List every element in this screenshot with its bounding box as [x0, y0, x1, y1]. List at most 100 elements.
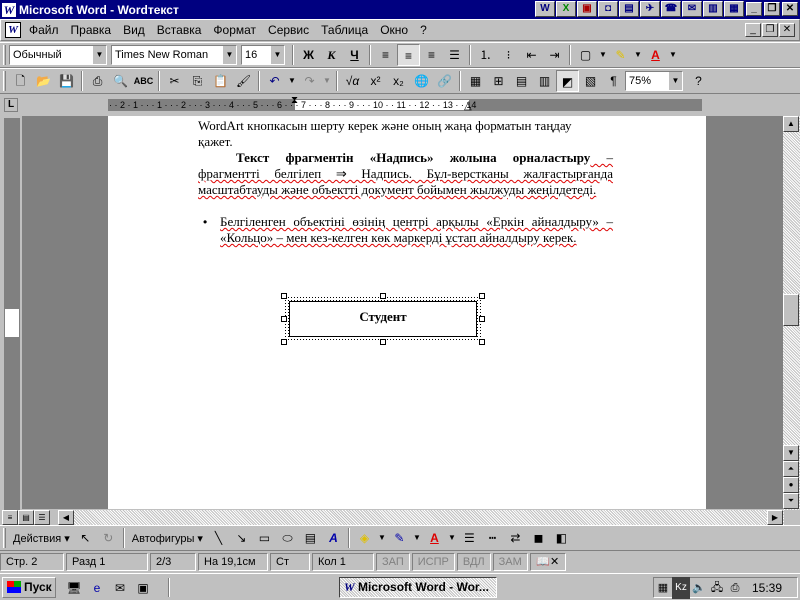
arrow-icon[interactable]: ↘	[230, 527, 253, 549]
increase-indent-icon[interactable]: ⇥	[543, 44, 566, 66]
align-right-icon[interactable]: ≡	[420, 44, 443, 66]
toolbar-grip[interactable]	[3, 45, 6, 65]
previous-page-icon[interactable]: ⏶	[783, 461, 799, 477]
dash-style-icon[interactable]: ┅	[481, 527, 504, 549]
insert-table-icon[interactable]: ⊞	[487, 70, 510, 92]
chevron-down-icon[interactable]: ▼	[286, 70, 298, 92]
menu-table[interactable]: Таблица	[315, 19, 374, 41]
chevron-down-icon[interactable]: ▼	[668, 72, 682, 90]
equation-icon[interactable]: √α	[341, 70, 364, 92]
menu-format[interactable]: Формат	[207, 19, 262, 41]
style-select[interactable]: Обычный ▼	[9, 45, 107, 65]
task-word[interactable]: W Microsoft Word - Wor...	[339, 577, 497, 598]
close-icon[interactable]: ✕	[782, 2, 798, 16]
new-document-icon[interactable]: 🗋	[9, 70, 32, 92]
menu-window[interactable]: Окно	[374, 19, 414, 41]
right-indent-marker-icon[interactable]: △	[464, 101, 472, 112]
format-painter-icon[interactable]: 🖌	[232, 70, 255, 92]
borders-icon[interactable]: ▢	[574, 44, 597, 66]
chevron-down-icon[interactable]: ▼	[632, 44, 644, 66]
hyperlink-icon[interactable]: 🔗	[433, 70, 456, 92]
word-app-icon[interactable]: W	[2, 2, 16, 17]
menu-tools[interactable]: Сервис	[262, 19, 315, 41]
scroll-right-icon[interactable]: ▶	[767, 510, 783, 525]
superscript-icon[interactable]: x²	[364, 70, 387, 92]
copy-icon[interactable]: ⎘	[186, 70, 209, 92]
excel-shortcut-icon[interactable]: X	[556, 1, 576, 17]
ruler-track[interactable]: · · 2 · 1 · · · 1 · · · 2 · · · 3 · · · …	[108, 99, 702, 111]
free-rotate-icon[interactable]: ↻	[97, 527, 120, 549]
font-select[interactable]: Times New Roman ▼	[111, 45, 237, 65]
document-icon[interactable]: W	[5, 22, 21, 38]
resize-handle-bottom-left[interactable]	[281, 339, 287, 345]
3d-icon[interactable]: ◧	[550, 527, 573, 549]
next-page-icon[interactable]: ⏷	[783, 493, 799, 509]
toolbar-grip[interactable]	[3, 528, 6, 548]
fill-color-icon[interactable]: ◈	[353, 527, 376, 549]
chevron-down-icon[interactable]: ▼	[92, 46, 106, 64]
chevron-down-icon[interactable]: ▼	[667, 44, 679, 66]
select-objects-icon[interactable]: ↖	[74, 527, 97, 549]
autoshapes-menu[interactable]: Автофигуры ▾	[128, 532, 207, 545]
spelling-status-icon[interactable]: 📖✕	[529, 553, 566, 571]
resize-handle-top-right[interactable]	[479, 293, 485, 299]
bullet-paragraph[interactable]: Белгіленген объектіні өзінің центрі арқы…	[220, 214, 613, 246]
word-shortcut-icon[interactable]: W	[535, 1, 555, 17]
status-ext[interactable]: ВДЛ	[456, 553, 491, 571]
numbering-icon[interactable]: ⒈	[474, 44, 497, 66]
resize-handle-left[interactable]	[281, 316, 287, 322]
paragraph-2[interactable]: Текст фрагментін «Надпись» жолына орнала…	[198, 150, 613, 198]
network-icon[interactable]: 🖧	[708, 577, 726, 599]
clock[interactable]: 15:39	[752, 581, 782, 595]
resize-handle-top-left[interactable]	[281, 293, 287, 299]
select-browse-object-icon[interactable]: ●	[783, 477, 799, 493]
wordart-icon[interactable]: A	[322, 527, 345, 549]
minimize-icon[interactable]: _	[746, 2, 762, 16]
binder-shortcut-icon[interactable]: ▤	[619, 1, 639, 17]
bold-button[interactable]: Ж	[297, 44, 320, 66]
status-trk[interactable]: ИСПР	[411, 553, 455, 571]
undo-icon[interactable]: ↶	[263, 70, 286, 92]
contacts-shortcut-icon[interactable]: ✉	[682, 1, 702, 17]
drawing-icon[interactable]: ◩	[556, 70, 579, 92]
toolbar-grip[interactable]	[3, 71, 6, 91]
chevron-down-icon[interactable]: ▼	[411, 527, 423, 549]
status-ovr[interactable]: ЗАМ	[492, 553, 528, 571]
open-folder-icon[interactable]: 📂	[32, 70, 55, 92]
restore-icon[interactable]: ❐	[764, 2, 780, 16]
align-center-icon[interactable]: ≡	[397, 44, 420, 66]
shadow-icon[interactable]: ◼	[527, 527, 550, 549]
vertical-scrollbar[interactable]: ▲ ▼ ⏶ ● ⏷	[783, 116, 800, 510]
web-toolbar-icon[interactable]: 🌐	[410, 70, 433, 92]
line-style-icon[interactable]: ☰	[458, 527, 481, 549]
menu-help[interactable]: ?	[414, 19, 433, 41]
menu-insert[interactable]: Вставка	[151, 19, 208, 41]
resize-handle-bottom[interactable]	[380, 339, 386, 345]
draw-font-color-icon[interactable]: A	[423, 527, 446, 549]
tab-selector-icon[interactable]: L	[4, 98, 18, 112]
scroll-left-icon[interactable]: ◀	[58, 510, 74, 525]
channels-icon[interactable]: ▣	[133, 577, 153, 599]
chevron-down-icon[interactable]: ▼	[446, 527, 458, 549]
chevron-down-icon[interactable]: ▼	[597, 44, 609, 66]
text-box[interactable]: Студент	[284, 296, 482, 342]
internet-explorer-icon[interactable]: e	[87, 577, 107, 599]
chevron-down-icon[interactable]: ▼	[321, 70, 333, 92]
outlook-express-icon[interactable]: ✉	[110, 577, 130, 599]
scroll-thumb[interactable]	[783, 294, 799, 326]
oval-icon[interactable]: ⬭	[276, 527, 299, 549]
internet-shortcut-icon[interactable]: ✈	[640, 1, 660, 17]
print-preview-icon[interactable]: 🔍	[109, 70, 132, 92]
doc-restore-icon[interactable]: ❐	[762, 23, 778, 37]
paragraph-1[interactable]: WordArt кнопкасын шерту керек және оның …	[198, 118, 613, 150]
chevron-down-icon[interactable]: ▼	[270, 46, 284, 64]
office-shortcut-icon[interactable]: ▦	[724, 1, 744, 17]
scheduler-icon[interactable]: ▦	[654, 577, 672, 599]
insert-excel-icon[interactable]: ▤	[510, 70, 533, 92]
rectangle-icon[interactable]: ▭	[253, 527, 276, 549]
paste-icon[interactable]: 📋	[209, 70, 232, 92]
doc-minimize-icon[interactable]: _	[745, 23, 761, 37]
tables-borders-icon[interactable]: ▦	[464, 70, 487, 92]
bullets-icon[interactable]: ⁝	[497, 44, 520, 66]
save-icon[interactable]: 💾	[55, 70, 78, 92]
